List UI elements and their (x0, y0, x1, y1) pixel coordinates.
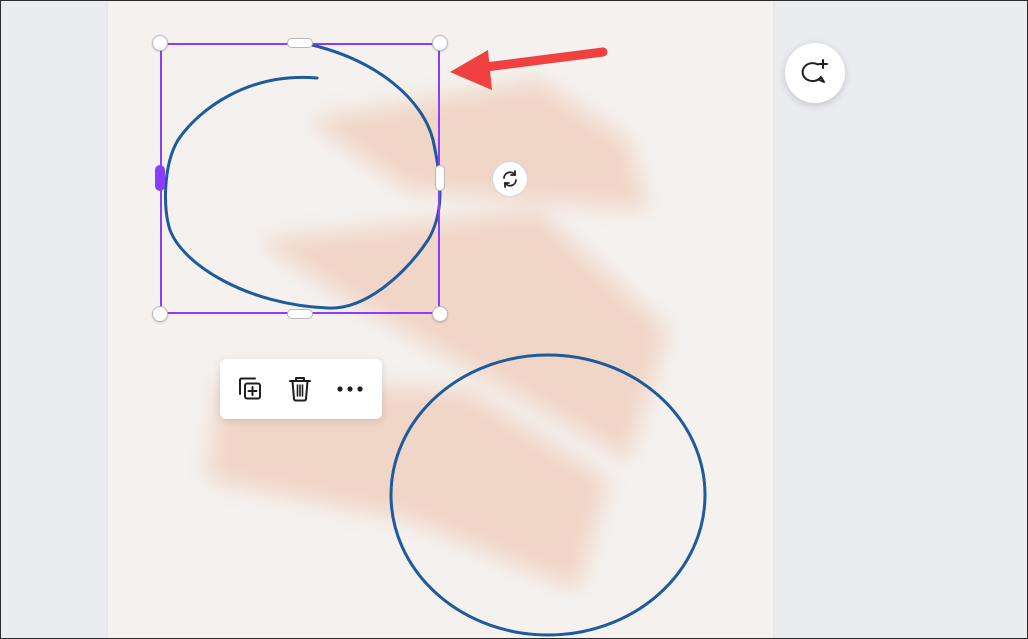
more-options-button[interactable] (332, 371, 368, 407)
resize-handle-bottom[interactable] (287, 309, 313, 319)
selection-box[interactable] (160, 43, 440, 314)
resize-handle-top[interactable] (287, 38, 313, 48)
resize-handle-left[interactable] (155, 165, 165, 191)
rotate-icon (503, 170, 517, 188)
resize-handle-bottom-right[interactable] (432, 306, 448, 322)
duplicate-button[interactable] (232, 371, 268, 407)
rotate-button[interactable] (492, 161, 528, 197)
delete-button[interactable] (282, 371, 318, 407)
add-comment-button[interactable] (785, 43, 845, 103)
resize-handle-bottom-left[interactable] (152, 306, 168, 322)
duplicate-icon (239, 377, 261, 400)
more-horizontal-icon (337, 386, 363, 392)
resize-handle-right[interactable] (435, 165, 445, 191)
element-toolbar (220, 359, 382, 419)
red-arrow-icon (450, 47, 608, 90)
resize-handle-top-left[interactable] (152, 35, 168, 51)
resize-handle-top-right[interactable] (432, 35, 448, 51)
add-comment-icon (801, 59, 828, 83)
trash-icon (289, 377, 311, 402)
